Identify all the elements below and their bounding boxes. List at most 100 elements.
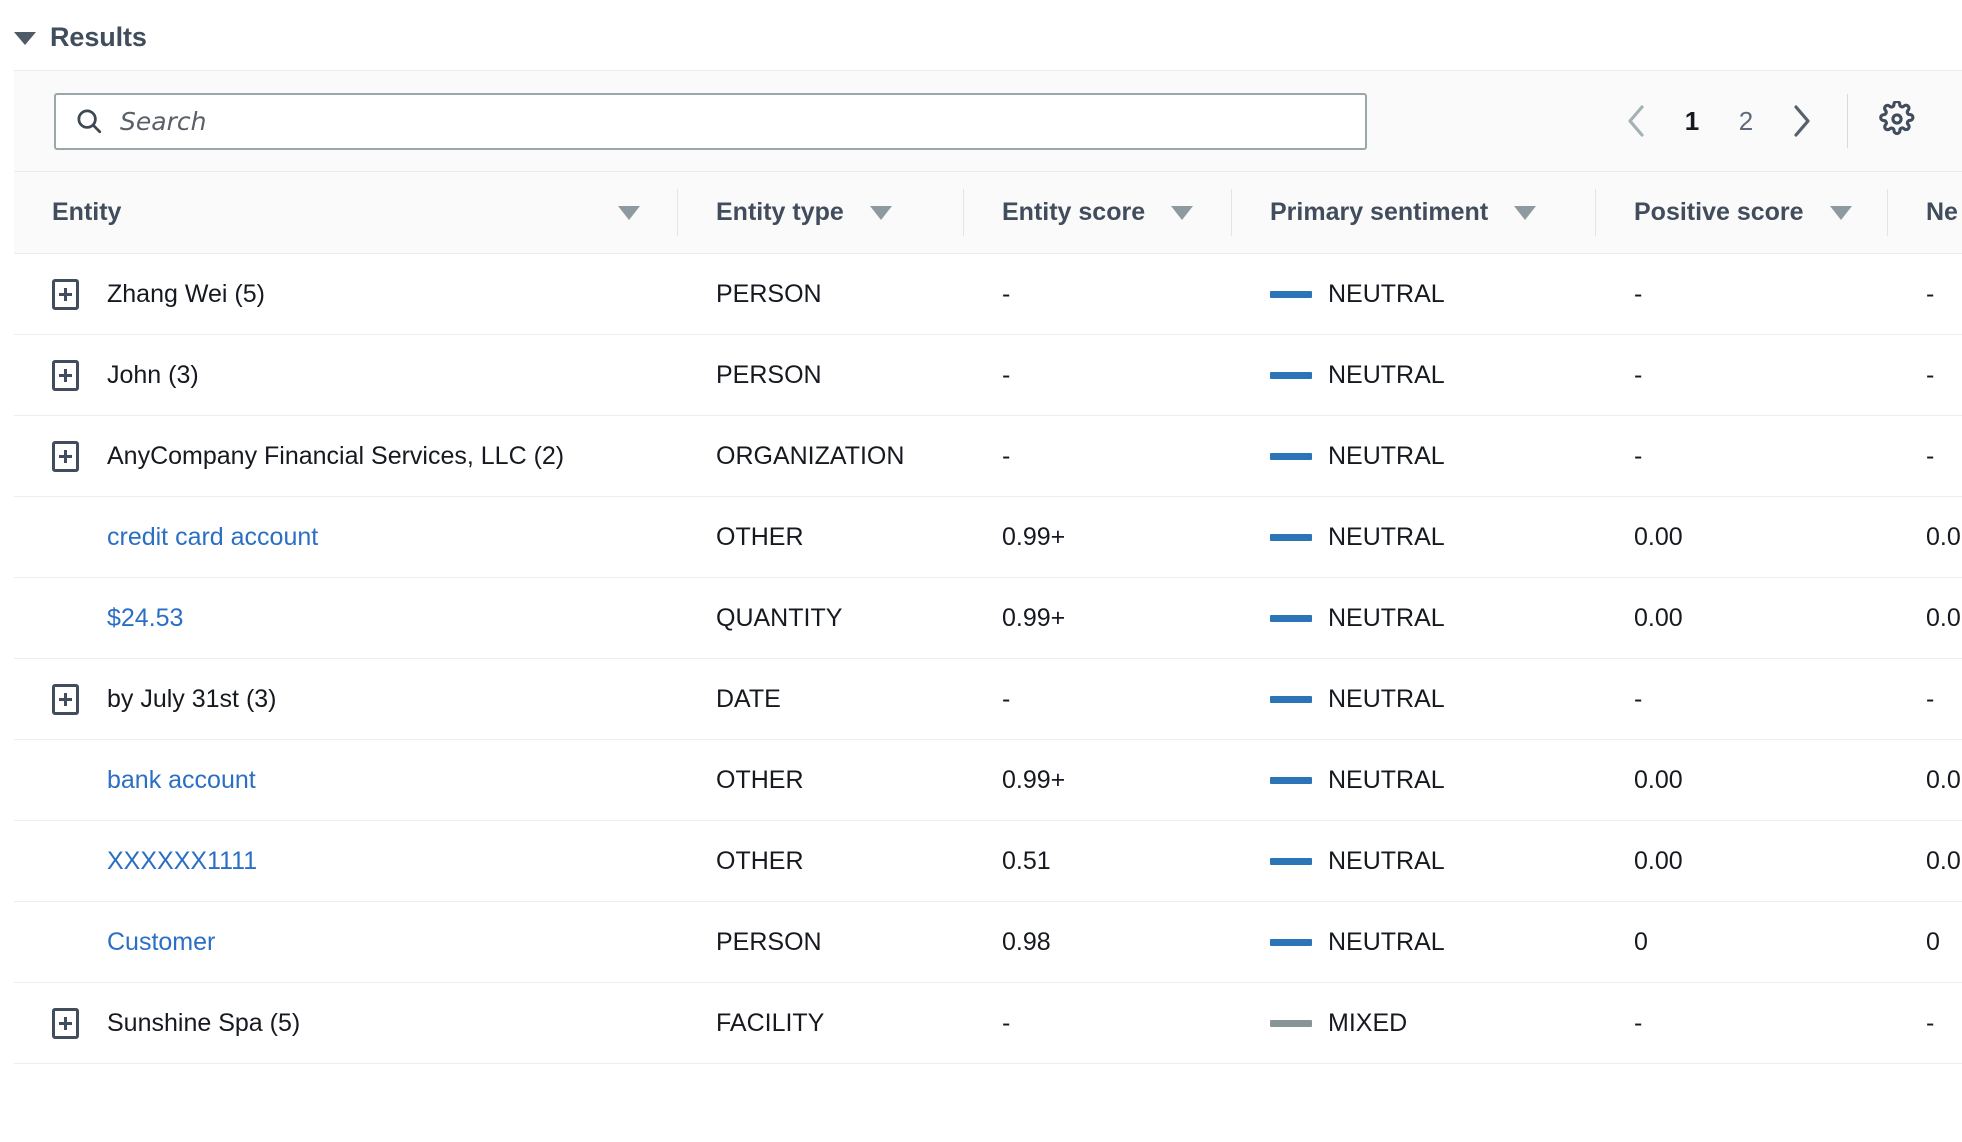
negative-score-value: 0.0 <box>1926 603 1961 632</box>
entity-score-value: 0.98 <box>1002 927 1051 956</box>
cell-entity: XXXXXX1111 <box>14 820 678 902</box>
expand-row-icon[interactable] <box>52 359 79 391</box>
results-section-header[interactable]: Results <box>0 0 1962 52</box>
cell-entity-score: 0.51 <box>964 820 1232 902</box>
sort-triangle-icon[interactable] <box>618 205 640 220</box>
table-row[interactable]: $24.53 QUANTITY 0.99+ NEUTRAL 0.00 0.0 <box>14 577 1962 659</box>
entity-label: by July 31st (3) <box>107 684 277 713</box>
expand-row-icon[interactable] <box>52 278 79 310</box>
positive-score-value: - <box>1634 279 1643 308</box>
table-toolbar-right: 1 2 <box>1609 93 1962 149</box>
entity-score-value: 0.99+ <box>1002 765 1066 794</box>
cell-entity-type: ORGANIZATION <box>678 415 964 497</box>
sort-triangle-icon[interactable] <box>1829 205 1852 220</box>
table-row[interactable]: XXXXXX1111 OTHER 0.51 NEUTRAL 0.00 0.0 <box>14 820 1962 902</box>
entity-type-value: FACILITY <box>716 1008 825 1037</box>
entity-type-value: DATE <box>716 684 781 713</box>
entity-score-value: - <box>1002 441 1011 470</box>
sentiment-indicator-bar <box>1270 776 1312 784</box>
expand-row-icon[interactable] <box>52 1007 79 1039</box>
sort-triangle-icon[interactable] <box>1514 205 1537 220</box>
entity-score-value: - <box>1002 360 1011 389</box>
entity-link[interactable]: credit card account <box>107 523 318 552</box>
column-header-primary-sentiment[interactable]: Primary sentiment <box>1232 172 1596 254</box>
cell-entity-type: PERSON <box>678 253 964 335</box>
expand-row-icon[interactable] <box>52 683 79 715</box>
sort-triangle-icon[interactable] <box>869 205 892 220</box>
cell-entity-type: OTHER <box>678 820 964 902</box>
table-header-row: Entity Entity type Entity score Primary … <box>14 172 1962 254</box>
cell-entity-score: - <box>964 982 1232 1064</box>
cell-positive-score: - <box>1596 334 1888 416</box>
cell-negative-score: 0.0 <box>1888 577 1962 659</box>
cell-entity: $24.53 <box>14 577 678 659</box>
search-input[interactable]: Search <box>54 92 1367 150</box>
sentiment-label: MIXED <box>1328 1008 1408 1037</box>
cell-entity-score: 0.99+ <box>964 496 1232 578</box>
entity-score-value: - <box>1002 684 1011 713</box>
positive-score-value: 0.00 <box>1634 603 1683 632</box>
cell-primary-sentiment: NEUTRAL <box>1232 901 1596 983</box>
cell-primary-sentiment: NEUTRAL <box>1232 496 1596 578</box>
cell-entity-score: - <box>964 415 1232 497</box>
pagination-page-2[interactable]: 2 <box>1719 93 1773 149</box>
cell-entity-score: - <box>964 334 1232 416</box>
table-row[interactable]: Zhang Wei (5) PERSON - NEUTRAL - - <box>14 253 1962 335</box>
table-row[interactable]: bank account OTHER 0.99+ NEUTRAL 0.00 0.0 <box>14 739 1962 821</box>
positive-score-value: - <box>1634 360 1643 389</box>
column-header-entity[interactable]: Entity <box>14 172 678 254</box>
positive-score-value: 0.00 <box>1634 522 1683 551</box>
column-header-entity-score[interactable]: Entity score <box>964 172 1232 254</box>
cell-entity-score: - <box>964 658 1232 740</box>
negative-score-value: - <box>1926 279 1935 308</box>
cell-negative-score: - <box>1888 253 1962 335</box>
table-row[interactable]: AnyCompany Financial Services, LLC (2) OR… <box>14 415 1962 497</box>
cell-positive-score: - <box>1596 253 1888 335</box>
cell-positive-score: 0.00 <box>1596 820 1888 902</box>
sentiment-label: NEUTRAL <box>1328 765 1445 794</box>
table-row[interactable]: Customer PERSON 0.98 NEUTRAL 0 0 <box>14 901 1962 983</box>
table-toolbar: Search 1 2 <box>14 71 1962 172</box>
entity-type-value: OTHER <box>716 765 804 794</box>
table-row[interactable]: John (3) PERSON - NEUTRAL - - <box>14 334 1962 416</box>
cell-entity-score: 0.98 <box>964 901 1232 983</box>
negative-score-value: 0.0 <box>1926 765 1961 794</box>
caret-down-icon[interactable] <box>14 32 36 45</box>
cell-primary-sentiment: NEUTRAL <box>1232 253 1596 335</box>
preferences-button[interactable] <box>1870 94 1924 148</box>
column-header-entity-type[interactable]: Entity type <box>678 172 964 254</box>
positive-score-value: - <box>1634 684 1643 713</box>
entity-label: Sunshine Spa (5) <box>107 1008 301 1037</box>
entity-link[interactable]: XXXXXX1111 <box>107 847 257 876</box>
column-header-negative-score[interactable]: Ne <box>1888 172 1962 254</box>
cell-entity-score: 0.99+ <box>964 577 1232 659</box>
cell-primary-sentiment: NEUTRAL <box>1232 658 1596 740</box>
negative-score-value: 0 <box>1926 927 1940 956</box>
sentiment-indicator-bar <box>1270 452 1312 460</box>
column-header-positive-score[interactable]: Positive score <box>1596 172 1888 254</box>
cell-primary-sentiment: NEUTRAL <box>1232 415 1596 497</box>
entity-link[interactable]: bank account <box>107 766 256 795</box>
table-row[interactable]: credit card account OTHER 0.99+ NEUTRAL 0.00… <box>14 496 1962 578</box>
search-icon <box>74 106 104 136</box>
table-row[interactable]: Sunshine Spa (5) FACILITY - MIXED - - <box>14 982 1962 1064</box>
negative-score-value: - <box>1926 1008 1935 1037</box>
sentiment-indicator-bar <box>1270 695 1312 703</box>
sentiment-label: NEUTRAL <box>1328 522 1445 551</box>
cell-entity-type: OTHER <box>678 739 964 821</box>
sentiment-indicator-bar <box>1270 938 1312 946</box>
pagination-next-button[interactable] <box>1773 93 1829 149</box>
pagination-page-1[interactable]: 1 <box>1665 93 1719 149</box>
column-header-label: Primary sentiment <box>1270 198 1489 226</box>
cell-negative-score: 0 <box>1888 901 1962 983</box>
table-row[interactable]: by July 31st (3) DATE - NEUTRAL - - <box>14 658 1962 740</box>
cell-negative-score: - <box>1888 334 1962 416</box>
entity-link[interactable]: Customer <box>107 928 215 957</box>
sentiment-label: NEUTRAL <box>1328 684 1445 713</box>
entity-link[interactable]: $24.53 <box>107 604 183 633</box>
cell-positive-score: 0.00 <box>1596 739 1888 821</box>
sort-triangle-icon[interactable] <box>1171 205 1194 220</box>
pagination-prev-button[interactable] <box>1609 93 1665 149</box>
expand-row-icon[interactable] <box>52 440 79 472</box>
cell-entity: John (3) <box>14 334 678 416</box>
